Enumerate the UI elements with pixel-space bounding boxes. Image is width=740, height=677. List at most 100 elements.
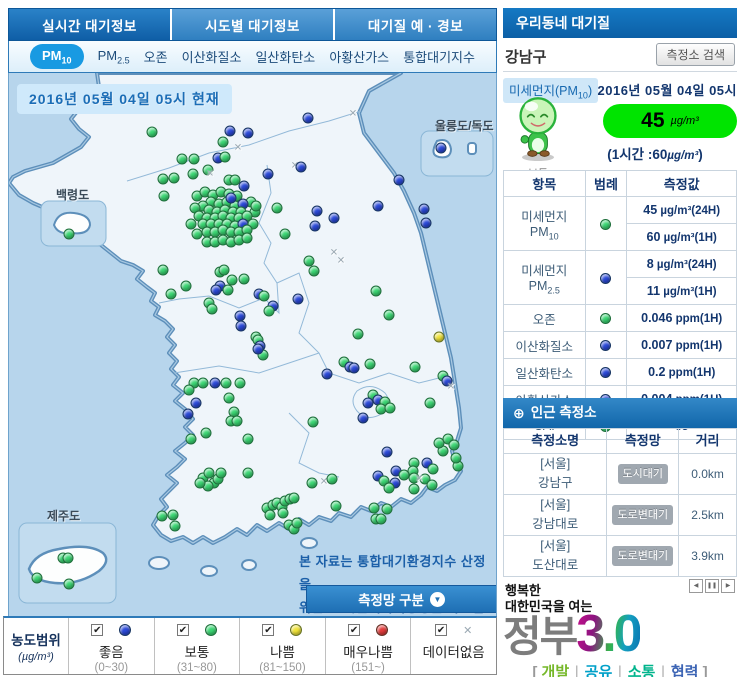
station-marker-nodata[interactable]: ✕ bbox=[337, 256, 345, 267]
station-marker[interactable] bbox=[364, 358, 376, 370]
station-marker[interactable] bbox=[326, 473, 338, 485]
station-marker[interactable] bbox=[242, 467, 254, 479]
pollutant-tab[interactable]: 통합대기지수 bbox=[403, 47, 475, 66]
station-marker[interactable] bbox=[393, 174, 405, 186]
station-marker[interactable] bbox=[63, 228, 75, 240]
station-marker[interactable] bbox=[409, 361, 421, 373]
station-marker[interactable] bbox=[235, 320, 247, 332]
station-marker[interactable] bbox=[321, 368, 333, 380]
station-marker[interactable] bbox=[209, 377, 221, 389]
station-marker[interactable] bbox=[220, 377, 232, 389]
station-marker[interactable] bbox=[263, 305, 275, 317]
station-marker[interactable] bbox=[433, 331, 445, 343]
station-marker[interactable] bbox=[372, 200, 384, 212]
station-marker[interactable] bbox=[408, 483, 420, 495]
station-marker[interactable] bbox=[383, 309, 395, 321]
station-marker[interactable] bbox=[185, 433, 197, 445]
station-marker[interactable] bbox=[210, 284, 222, 296]
station-marker[interactable] bbox=[277, 507, 289, 519]
station-marker-nodata[interactable]: ✕ bbox=[447, 382, 455, 393]
korea-air-quality-map[interactable]: 2016년 05월 04일 05시 현재 울릉도/독도 백령도 제주도 ✕ ✕ ✕ ✕… bbox=[8, 73, 497, 616]
nearby-station-row[interactable]: [서울] 도산대로 도로변대기 3.9km bbox=[502, 535, 737, 577]
station-marker[interactable] bbox=[224, 125, 236, 137]
station-marker[interactable] bbox=[448, 439, 460, 451]
main-tab[interactable]: 실시간 대기정보 bbox=[9, 9, 172, 40]
station-marker[interactable] bbox=[288, 492, 300, 504]
station-marker[interactable] bbox=[156, 510, 168, 522]
station-marker-nodata[interactable]: ✕ bbox=[234, 143, 242, 154]
station-marker[interactable] bbox=[222, 284, 234, 296]
station-marker[interactable] bbox=[242, 127, 254, 139]
station-marker[interactable] bbox=[231, 415, 243, 427]
station-marker[interactable] bbox=[158, 190, 170, 202]
pollutant-tab[interactable]: 이산화질소 bbox=[182, 47, 242, 66]
station-marker[interactable] bbox=[308, 265, 320, 277]
station-marker[interactable] bbox=[264, 509, 276, 521]
station-marker-nodata[interactable]: ✕ bbox=[415, 474, 423, 485]
station-marker[interactable] bbox=[157, 173, 169, 185]
station-marker[interactable] bbox=[63, 578, 75, 590]
station-marker[interactable] bbox=[306, 477, 318, 489]
station-marker[interactable] bbox=[206, 303, 218, 315]
gov30-banner[interactable]: 행복한 대한민국을 여는 정부3.0 ◀ ❚❚ ▶ [ 개발 ∣ 공유 ∣ 소통 ∣ 협력 ] bbox=[503, 577, 737, 677]
carousel-button[interactable]: ❚❚ bbox=[705, 579, 719, 593]
station-marker[interactable] bbox=[384, 402, 396, 414]
nearby-station-row[interactable]: [서울] 강남구 도시대기 0.0km bbox=[502, 453, 737, 495]
station-marker[interactable] bbox=[182, 408, 194, 420]
station-marker[interactable] bbox=[215, 467, 227, 479]
station-marker[interactable] bbox=[309, 220, 321, 232]
station-marker[interactable] bbox=[292, 293, 304, 305]
pollutant-tab[interactable]: 일산화탄소 bbox=[255, 47, 315, 66]
station-marker[interactable] bbox=[383, 482, 395, 494]
station-marker[interactable] bbox=[242, 433, 254, 445]
station-marker[interactable] bbox=[375, 513, 387, 525]
station-marker[interactable] bbox=[435, 142, 447, 154]
carousel-button[interactable]: ◀ bbox=[689, 579, 703, 593]
station-marker[interactable] bbox=[146, 126, 158, 138]
station-marker[interactable] bbox=[183, 384, 195, 396]
station-marker[interactable] bbox=[176, 153, 188, 165]
pollutant-tab[interactable]: 오존 bbox=[144, 47, 168, 66]
station-marker[interactable] bbox=[217, 136, 229, 148]
station-marker-nodata[interactable]: ✕ bbox=[206, 169, 214, 180]
station-marker[interactable] bbox=[450, 452, 462, 464]
station-marker[interactable] bbox=[194, 477, 206, 489]
station-marker[interactable] bbox=[168, 172, 180, 184]
station-marker[interactable] bbox=[262, 168, 274, 180]
station-marker[interactable] bbox=[157, 264, 169, 276]
pollutant-tab[interactable]: PM2.5 bbox=[98, 48, 130, 66]
station-marker[interactable] bbox=[218, 264, 230, 276]
legend-checkbox[interactable]: ✔ bbox=[262, 624, 275, 636]
station-marker[interactable] bbox=[180, 280, 192, 292]
network-type-button[interactable]: 측정망 구분 ▼ bbox=[306, 585, 496, 613]
station-marker[interactable] bbox=[200, 427, 212, 439]
pollutant-tab[interactable]: PM10 bbox=[30, 43, 84, 70]
station-marker[interactable] bbox=[223, 392, 235, 404]
station-marker[interactable] bbox=[197, 377, 209, 389]
station-marker[interactable] bbox=[381, 503, 393, 515]
station-marker[interactable] bbox=[165, 288, 177, 300]
station-marker[interactable] bbox=[252, 343, 264, 355]
station-marker[interactable] bbox=[234, 377, 246, 389]
station-marker[interactable] bbox=[368, 502, 380, 514]
station-marker[interactable] bbox=[291, 517, 303, 529]
station-marker-nodata[interactable]: ✕ bbox=[349, 109, 357, 120]
station-marker[interactable] bbox=[31, 572, 43, 584]
station-marker[interactable] bbox=[188, 153, 200, 165]
legend-checkbox[interactable]: ✔ bbox=[435, 624, 448, 636]
station-marker[interactable] bbox=[241, 232, 253, 244]
legend-checkbox[interactable]: ✔ bbox=[348, 624, 361, 636]
station-marker[interactable] bbox=[357, 412, 369, 424]
station-marker[interactable] bbox=[328, 212, 340, 224]
station-marker[interactable] bbox=[62, 552, 74, 564]
main-tab[interactable]: 시도별 대기정보 bbox=[172, 9, 335, 40]
station-marker[interactable] bbox=[330, 500, 342, 512]
station-marker[interactable] bbox=[225, 192, 237, 204]
station-marker[interactable] bbox=[427, 463, 439, 475]
pollutant-tab[interactable]: 아황산가스 bbox=[329, 47, 389, 66]
station-marker[interactable] bbox=[279, 228, 291, 240]
station-marker[interactable] bbox=[311, 205, 323, 217]
station-marker[interactable] bbox=[271, 202, 283, 214]
station-marker[interactable] bbox=[424, 397, 436, 409]
station-marker[interactable] bbox=[167, 509, 179, 521]
